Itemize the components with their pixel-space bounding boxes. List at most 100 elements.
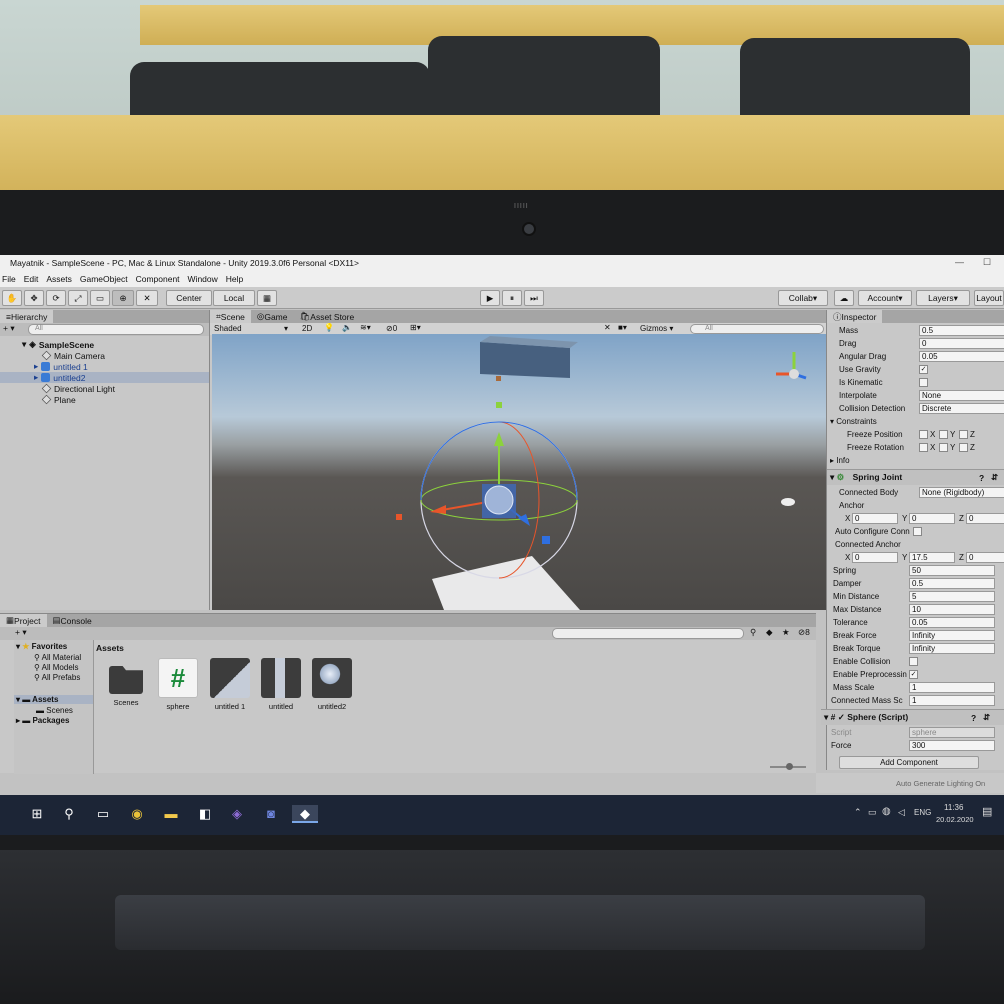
shading-mode-dropdown[interactable]: Shaded ▾ [214,324,294,333]
store-icon[interactable]: ◧ [196,805,214,823]
tab-inspector[interactable]: ⓘ Inspector [827,310,883,323]
enable-collision-checkbox[interactable] [909,657,918,666]
filter-type-icon[interactable]: ⚲ [750,627,756,638]
file-explorer-icon[interactable]: ▬ [162,805,180,823]
hierarchy-item-main-camera[interactable]: Main Camera [41,350,105,361]
min-distance-input[interactable]: 5 [909,591,995,602]
tolerance-input[interactable]: 0.05 [909,617,995,628]
settings-icon[interactable]: ⇵ [983,712,990,723]
step-button[interactable]: ⏭ [524,290,544,306]
minimize-icon[interactable]: — [955,257,964,267]
scene-root-row[interactable]: ▾ ◈ SampleScene [22,339,94,350]
hierarchy-item-untitled2[interactable]: ▸ untitled2 [0,372,209,383]
hierarchy-search-input[interactable]: All [28,324,204,335]
assets-folder[interactable]: ▾ ▬ Assets [14,695,93,704]
collision-detection-dropdown[interactable]: Discrete [919,403,1004,414]
account-button[interactable]: Account ▾ [858,290,912,306]
2d-toggle[interactable]: 2D [302,324,312,333]
hierarchy-item-directional-light[interactable]: Directional Light [41,383,115,394]
connected-mass-scale-input[interactable]: 1 [909,695,995,706]
windows-start-icon[interactable]: ⊞ [28,805,46,823]
force-input[interactable]: 300 [909,740,995,751]
volume-icon[interactable]: ◁ [898,807,905,818]
drag-input[interactable]: 0 [919,338,1004,349]
asset-sphere-script[interactable]: # sphere [154,658,202,711]
sphere-script-header[interactable]: ▾ # ✓ Sphere (Script)? ⇵ [821,709,1004,725]
tab-console[interactable]: ▤ Console [47,614,98,627]
grid-snap-icon[interactable]: ▦ [257,290,277,306]
help-icon[interactable]: ? [979,473,984,483]
favorites-foldout[interactable]: ▾ ★ Favorites [16,642,67,651]
thumbnail-size-slider[interactable] [770,763,806,770]
hierarchy-item-plane[interactable]: Plane [41,394,76,405]
clock-date[interactable]: 20.02.2020 [936,815,974,824]
menu-window[interactable]: Window [188,274,218,284]
asset-untitled-model[interactable]: untitled [257,658,305,711]
hierarchy-item-untitled-1[interactable]: ▸ untitled 1 [34,361,88,372]
break-force-input[interactable]: Infinity [909,630,995,641]
scale-tool-icon[interactable]: ⤢ [68,290,88,306]
freeze-pos-z-checkbox[interactable] [959,430,968,439]
anchor-y-input[interactable]: 0 [909,513,955,524]
custom-tool-icon[interactable]: ✕ [136,290,158,306]
transform-tool-icon[interactable]: ⊕ [112,290,134,306]
tools-icon[interactable]: ✕ [604,323,611,332]
rotate-tool-icon[interactable]: ⟳ [46,290,66,306]
camera-settings-icon[interactable]: ■▾ [618,323,627,332]
mass-scale-input[interactable]: 1 [909,682,995,693]
pivot-center-button[interactable]: Center [166,290,212,306]
interpolate-dropdown[interactable]: None [919,390,1004,401]
menu-help[interactable]: Help [226,274,243,284]
menu-component[interactable]: Component [136,274,180,284]
add-component-button[interactable]: Add Component [839,756,979,769]
tab-game[interactable]: ◎ Game [251,310,294,323]
freeze-rot-y-checkbox[interactable] [939,443,948,452]
menu-edit[interactable]: Edit [24,274,39,284]
damper-input[interactable]: 0.5 [909,578,995,589]
hidden-objects-icon[interactable]: ⊘0 [386,324,397,333]
lighting-toggle-icon[interactable]: 💡 [324,323,334,332]
mass-input[interactable]: 0.5 [919,325,1004,336]
maximize-icon[interactable]: ☐ [983,257,991,268]
favorite-star-icon[interactable]: ★ [782,627,790,638]
menu-file[interactable]: File [2,274,16,284]
add-object-icon[interactable]: + ▾ [3,323,15,334]
is-kinematic-checkbox[interactable] [919,378,928,387]
freeze-pos-x-checkbox[interactable] [919,430,928,439]
hidden-packages-icon[interactable]: ⊘8 [798,627,810,638]
max-distance-input[interactable]: 10 [909,604,995,615]
tab-hierarchy[interactable]: ≡ Hierarchy [0,310,54,323]
create-asset-icon[interactable]: + ▾ [15,627,27,638]
auto-configure-checkbox[interactable] [913,527,922,536]
favorite-all-models[interactable]: ⚲ All Models [34,663,79,672]
freeze-pos-y-checkbox[interactable] [939,430,948,439]
connected-anchor-x-input[interactable]: 0 [852,552,898,563]
battery-icon[interactable]: ▭ [868,807,877,818]
slider-knob[interactable] [786,763,793,770]
asset-untitled2-model[interactable]: untitled2 [308,658,356,711]
scene-search-input[interactable]: All [690,324,824,334]
assets-breadcrumb[interactable]: Assets [96,643,124,653]
tray-chevron-icon[interactable]: ⌃ [854,807,862,818]
angular-drag-input[interactable]: 0.05 [919,351,1004,362]
asset-untitled-1-model[interactable]: untitled 1 [206,658,254,711]
favorite-all-materials[interactable]: ⚲ All Material [34,653,81,662]
chrome-icon[interactable]: ◉ [128,805,146,823]
clock-time[interactable]: 11:36 [944,803,963,812]
task-view-icon[interactable]: ▭ [94,805,112,823]
gizmos-dropdown[interactable]: Gizmos ▾ [640,324,673,333]
audio-toggle-icon[interactable]: 🔈 [342,323,352,332]
scene-viewport[interactable] [212,334,826,610]
packages-folder[interactable]: ▸ ▬ Packages [16,716,69,725]
project-search-input[interactable] [552,628,744,639]
favorite-all-prefabs[interactable]: ⚲ All Prefabs [34,673,80,682]
settings-icon[interactable]: ⇵ [991,472,998,483]
tab-asset-store[interactable]: 🛍 Asset Store [293,310,360,323]
unity-taskbar-icon[interactable]: ◆ [292,805,318,823]
network-icon[interactable]: ◍ [882,806,891,817]
rect-tool-icon[interactable]: ▭ [90,290,110,306]
language-indicator[interactable]: ENG [914,808,931,817]
collab-button[interactable]: Collab ▾ [778,290,828,306]
spring-joint-header[interactable]: ▾ ⚙ Spring Joint? ⇵ [827,469,1004,485]
visual-studio-icon[interactable]: ◈ [228,805,246,823]
